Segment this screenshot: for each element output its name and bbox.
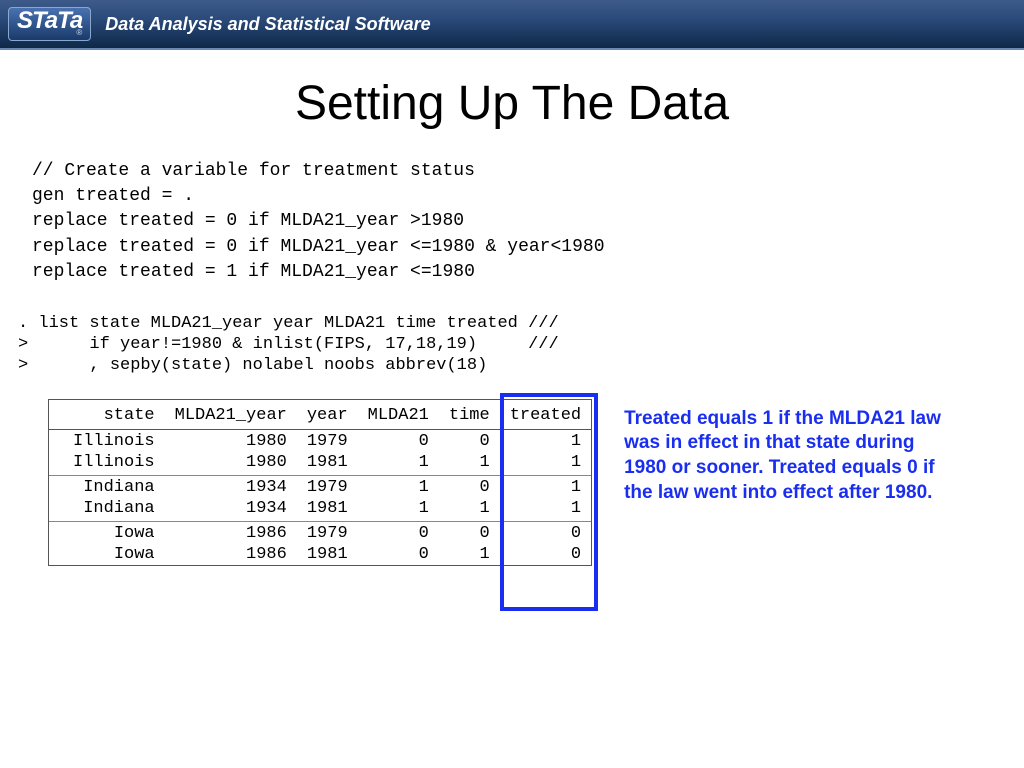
logo-registered: ® — [76, 29, 82, 36]
app-header: STaTa ® Data Analysis and Statistical So… — [0, 0, 1024, 50]
cmd-line: > , sepby(state) nolabel noobs abbrev(18… — [18, 356, 487, 375]
stata-output-table: state MLDA21_year year MLDA21 time treat… — [48, 399, 592, 567]
table-row: Iowa 1986 1981 0 1 0 — [49, 544, 592, 566]
col-time: time — [439, 399, 500, 429]
table-row: Indiana 1934 1981 1 1 1 — [49, 498, 592, 519]
annotation-text: Treated equals 1 if the MLDA21 law was i… — [624, 407, 944, 506]
table-row: Iowa 1986 1979 0 0 0 — [49, 523, 592, 544]
header-subtitle: Data Analysis and Statistical Software — [105, 14, 430, 35]
code-block: // Create a variable for treatment statu… — [32, 159, 1024, 285]
code-line: replace treated = 1 if MLDA21_year <=198… — [32, 262, 475, 282]
output-area: state MLDA21_year year MLDA21 time treat… — [0, 399, 1024, 567]
slide-title: Setting Up The Data — [0, 76, 1024, 131]
col-mlda21-year: MLDA21_year — [165, 399, 297, 429]
table-row: Indiana 1934 1979 1 0 1 — [49, 477, 592, 498]
table-header-row: state MLDA21_year year MLDA21 time treat… — [49, 399, 592, 429]
logo-text: STaTa — [17, 10, 82, 32]
table-row: Illinois 1980 1979 0 0 1 — [49, 431, 592, 452]
cmd-line: > if year!=1980 & inlist(FIPS, 17,18,19)… — [18, 335, 559, 354]
code-line: gen treated = . — [32, 186, 194, 206]
col-state: state — [49, 399, 165, 429]
code-line: replace treated = 0 if MLDA21_year >1980 — [32, 211, 464, 231]
list-command-block: . list state MLDA21_year year MLDA21 tim… — [18, 313, 1024, 377]
col-year: year — [297, 399, 358, 429]
cmd-line: . list state MLDA21_year year MLDA21 tim… — [18, 314, 559, 333]
code-line: // Create a variable for treatment statu… — [32, 161, 475, 181]
col-treated: treated — [500, 399, 592, 429]
table-wrapper: state MLDA21_year year MLDA21 time treat… — [48, 399, 592, 567]
code-line: replace treated = 0 if MLDA21_year <=198… — [32, 237, 605, 257]
col-mlda21: MLDA21 — [358, 399, 439, 429]
table-row: Illinois 1980 1981 1 1 1 — [49, 452, 592, 473]
stata-logo: STaTa ® — [8, 7, 91, 42]
